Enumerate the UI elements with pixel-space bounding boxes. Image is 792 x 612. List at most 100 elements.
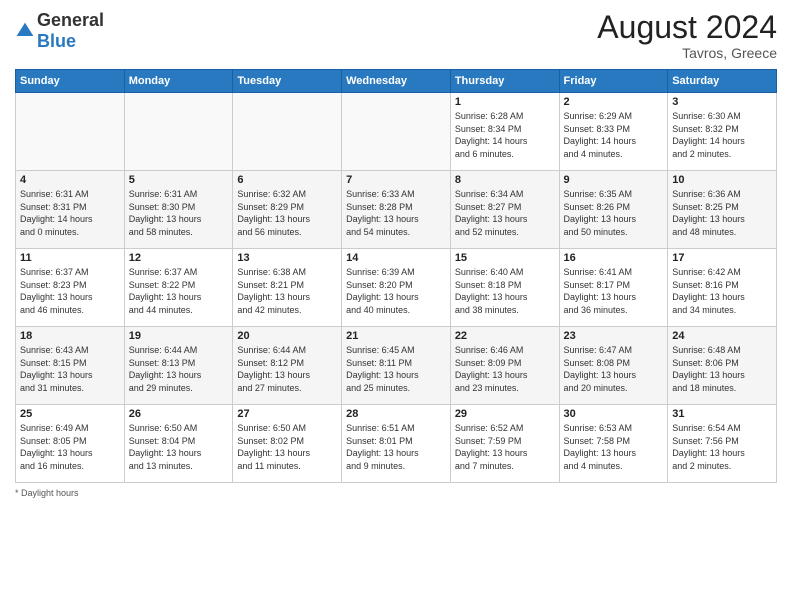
day-number: 10 (672, 174, 772, 186)
calendar-cell: 26Sunrise: 6:50 AM Sunset: 8:04 PM Dayli… (124, 405, 233, 483)
day-info: Sunrise: 6:54 AM Sunset: 7:56 PM Dayligh… (672, 422, 772, 472)
days-header-row: SundayMondayTuesdayWednesdayThursdayFrid… (16, 70, 777, 93)
day-header-thursday: Thursday (450, 70, 559, 93)
calendar-cell: 13 Sunrise: 6:38 AM Sunset: 8:21 PM Dayli… (233, 249, 342, 327)
calendar-cell: 24 Sunrise: 6:48 AM Sunset: 8:06 PM Dayli… (668, 327, 777, 405)
calendar-cell (124, 93, 233, 171)
day-info: Sunrise: 6:44 AM Sunset: 8:12 PM Dayligh… (237, 344, 337, 394)
day-info: Sunrise: 6:33 AM Sunset: 8:28 PM Dayligh… (346, 188, 446, 238)
calendar-cell: 12 Sunrise: 6:37 AM Sunset: 8:22 PM Dayli… (124, 249, 233, 327)
day-number: 29 (455, 408, 555, 420)
day-number: 15 (455, 252, 555, 264)
calendar-cell: 22 Sunrise: 6:46 AM Sunset: 8:09 PM Dayli… (450, 327, 559, 405)
calendar-cell: 10Sunrise: 6:36 AM Sunset: 8:25 PM Dayli… (668, 171, 777, 249)
day-number: 2 (564, 96, 664, 108)
day-info: Sunrise: 6:51 AM Sunset: 8:01 PM Dayligh… (346, 422, 446, 472)
day-info: Sunrise: 6:41 AM Sunset: 8:17 PM Dayligh… (564, 266, 664, 316)
calendar-cell: 8 Sunrise: 6:34 AM Sunset: 8:27 PM Daylig… (450, 171, 559, 249)
logo-blue: Blue (37, 31, 76, 51)
day-number: 20 (237, 330, 337, 342)
day-info: Sunrise: 6:45 AM Sunset: 8:11 PM Dayligh… (346, 344, 446, 394)
day-number: 16 (564, 252, 664, 264)
day-info: Sunrise: 6:39 AM Sunset: 8:20 PM Dayligh… (346, 266, 446, 316)
calendar-cell: 9 Sunrise: 6:35 AM Sunset: 8:26 PM Daylig… (559, 171, 668, 249)
day-number: 9 (564, 174, 664, 186)
day-header-sunday: Sunday (16, 70, 125, 93)
header: General Blue August 2024 Tavros, Greece (15, 10, 777, 61)
day-info: Sunrise: 6:28 AM Sunset: 8:34 PM Dayligh… (455, 110, 555, 160)
calendar-cell: 7 Sunrise: 6:33 AM Sunset: 8:28 PM Daylig… (342, 171, 451, 249)
calendar-cell: 11Sunrise: 6:37 AM Sunset: 8:23 PM Dayli… (16, 249, 125, 327)
day-number: 14 (346, 252, 446, 264)
daylight-label: Daylight hours (21, 488, 79, 498)
day-number: 26 (129, 408, 229, 420)
day-info: Sunrise: 6:37 AM Sunset: 8:22 PM Dayligh… (129, 266, 229, 316)
calendar-cell: 5 Sunrise: 6:31 AM Sunset: 8:30 PM Daylig… (124, 171, 233, 249)
calendar-cell: 18 Sunrise: 6:43 AM Sunset: 8:15 PM Dayli… (16, 327, 125, 405)
day-info: Sunrise: 6:29 AM Sunset: 8:33 PM Dayligh… (564, 110, 664, 160)
day-number: 3 (672, 96, 772, 108)
day-number: 21 (346, 330, 446, 342)
day-number: 22 (455, 330, 555, 342)
day-header-saturday: Saturday (668, 70, 777, 93)
day-number: 12 (129, 252, 229, 264)
day-number: 27 (237, 408, 337, 420)
logo-general: General (37, 10, 104, 30)
day-info: Sunrise: 6:38 AM Sunset: 8:21 PM Dayligh… (237, 266, 337, 316)
day-number: 17 (672, 252, 772, 264)
calendar-cell: 17Sunrise: 6:42 AM Sunset: 8:16 PM Dayli… (668, 249, 777, 327)
week-row-3: 11Sunrise: 6:37 AM Sunset: 8:23 PM Dayli… (16, 249, 777, 327)
day-number: 7 (346, 174, 446, 186)
day-info: Sunrise: 6:31 AM Sunset: 8:30 PM Dayligh… (129, 188, 229, 238)
day-info: Sunrise: 6:44 AM Sunset: 8:13 PM Dayligh… (129, 344, 229, 394)
calendar-cell: 1 Sunrise: 6:28 AM Sunset: 8:34 PM Daylig… (450, 93, 559, 171)
calendar-cell: 23Sunrise: 6:47 AM Sunset: 8:08 PM Dayli… (559, 327, 668, 405)
week-row-5: 25 Sunrise: 6:49 AM Sunset: 8:05 PM Dayli… (16, 405, 777, 483)
day-number: 1 (455, 96, 555, 108)
logo-icon (15, 21, 35, 41)
calendar-cell: 16 Sunrise: 6:41 AM Sunset: 8:17 PM Dayli… (559, 249, 668, 327)
day-info: Sunrise: 6:49 AM Sunset: 8:05 PM Dayligh… (20, 422, 120, 472)
calendar-cell: 25 Sunrise: 6:49 AM Sunset: 8:05 PM Dayli… (16, 405, 125, 483)
calendar-cell: 21 Sunrise: 6:45 AM Sunset: 8:11 PM Dayli… (342, 327, 451, 405)
day-number: 18 (20, 330, 120, 342)
day-info: Sunrise: 6:30 AM Sunset: 8:32 PM Dayligh… (672, 110, 772, 160)
calendar-page: General Blue August 2024 Tavros, Greece … (0, 0, 792, 612)
week-row-4: 18 Sunrise: 6:43 AM Sunset: 8:15 PM Dayli… (16, 327, 777, 405)
day-info: Sunrise: 6:34 AM Sunset: 8:27 PM Dayligh… (455, 188, 555, 238)
day-info: Sunrise: 6:37 AM Sunset: 8:23 PM Dayligh… (20, 266, 120, 316)
calendar-cell: 30Sunrise: 6:53 AM Sunset: 7:58 PM Dayli… (559, 405, 668, 483)
week-row-1: 1 Sunrise: 6:28 AM Sunset: 8:34 PM Daylig… (16, 93, 777, 171)
day-number: 24 (672, 330, 772, 342)
day-number: 13 (237, 252, 337, 264)
day-info: Sunrise: 6:52 AM Sunset: 7:59 PM Dayligh… (455, 422, 555, 472)
calendar-cell: 3 Sunrise: 6:30 AM Sunset: 8:32 PM Daylig… (668, 93, 777, 171)
day-number: 8 (455, 174, 555, 186)
calendar-cell (342, 93, 451, 171)
day-info: Sunrise: 6:53 AM Sunset: 7:58 PM Dayligh… (564, 422, 664, 472)
logo: General Blue (15, 10, 104, 52)
calendar-cell: 31Sunrise: 6:54 AM Sunset: 7:56 PM Dayli… (668, 405, 777, 483)
day-info: Sunrise: 6:35 AM Sunset: 8:26 PM Dayligh… (564, 188, 664, 238)
day-header-wednesday: Wednesday (342, 70, 451, 93)
day-info: Sunrise: 6:48 AM Sunset: 8:06 PM Dayligh… (672, 344, 772, 394)
day-number: 25 (20, 408, 120, 420)
calendar-cell: 19Sunrise: 6:44 AM Sunset: 8:13 PM Dayli… (124, 327, 233, 405)
day-number: 23 (564, 330, 664, 342)
day-info: Sunrise: 6:46 AM Sunset: 8:09 PM Dayligh… (455, 344, 555, 394)
calendar-cell: 20 Sunrise: 6:44 AM Sunset: 8:12 PM Dayli… (233, 327, 342, 405)
day-info: Sunrise: 6:32 AM Sunset: 8:29 PM Dayligh… (237, 188, 337, 238)
day-header-tuesday: Tuesday (233, 70, 342, 93)
day-number: 5 (129, 174, 229, 186)
calendar-cell (233, 93, 342, 171)
day-info: Sunrise: 6:31 AM Sunset: 8:31 PM Dayligh… (20, 188, 120, 238)
calendar-cell: 14 Sunrise: 6:39 AM Sunset: 8:20 PM Dayli… (342, 249, 451, 327)
day-info: Sunrise: 6:43 AM Sunset: 8:15 PM Dayligh… (20, 344, 120, 394)
day-number: 4 (20, 174, 120, 186)
footer: * Daylight hours (15, 488, 777, 498)
day-info: Sunrise: 6:40 AM Sunset: 8:18 PM Dayligh… (455, 266, 555, 316)
calendar-cell: 28 Sunrise: 6:51 AM Sunset: 8:01 PM Dayli… (342, 405, 451, 483)
title-block: August 2024 Tavros, Greece (597, 10, 777, 61)
calendar-cell: 27Sunrise: 6:50 AM Sunset: 8:02 PM Dayli… (233, 405, 342, 483)
day-number: 28 (346, 408, 446, 420)
